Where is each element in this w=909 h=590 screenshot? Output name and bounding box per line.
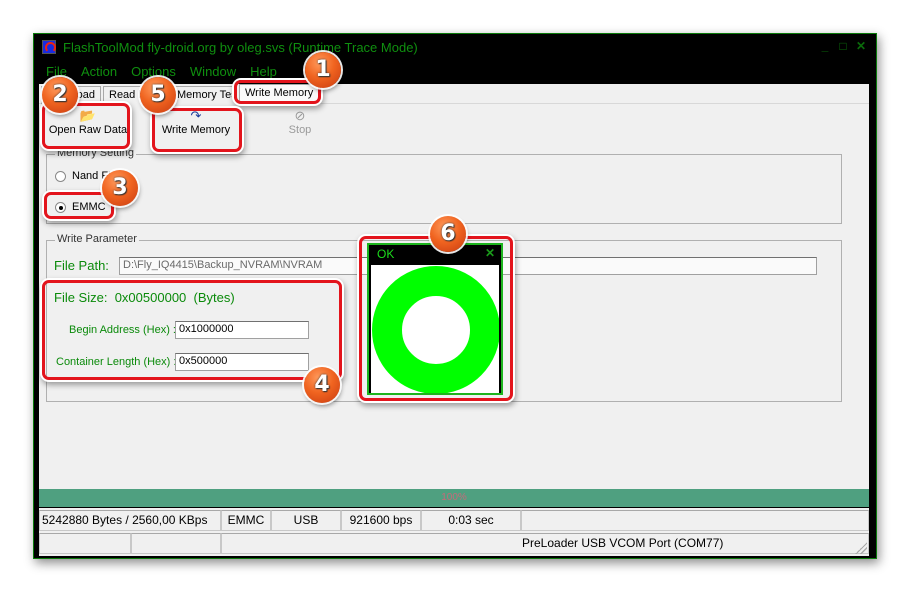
result-popup: OK ✕ [367,243,503,395]
tab-memory-test[interactable]: Memory Test [171,86,237,104]
stop-button[interactable]: ⊘ Stop [282,108,318,136]
callout-4: 4 [304,367,340,403]
container-length-label: Container Length (Hex) : [56,356,177,368]
memory-setting-group: Memory Setting Nand Fl EMMC [46,147,842,224]
popup-title-bar: OK ✕ [369,245,501,263]
file-size-row: File Size: 0x00500000 (Bytes) [54,290,235,305]
file-path-label: File Path: [54,258,109,273]
emmc-radio[interactable]: EMMC [55,201,106,213]
maximize-button[interactable]: □ [838,39,848,53]
menu-action[interactable]: Action [81,64,117,82]
file-size-value: 0x00500000 [114,290,187,305]
progress-bar: 100% [39,489,869,507]
popup-body [371,265,499,393]
menu-help[interactable]: Help [250,64,277,82]
write-parameter-title: Write Parameter [55,233,139,245]
open-raw-data-label: Open Raw Data [48,124,128,136]
status-storage: EMMC [221,510,271,531]
redo-arrow-icon: ↷ [190,108,202,123]
callout-3: 3 [102,170,138,206]
stop-icon: ⊘ [294,108,306,123]
callout-2: 2 [42,77,78,113]
file-size-unit: (Bytes) [193,290,235,305]
radio-dot-checked [55,201,66,213]
window-title: FlashToolMod fly-droid.org by oleg.svs (… [63,40,418,55]
write-memory-label: Write Memory [161,124,231,136]
title-bar[interactable]: FlashToolMod fly-droid.org by oleg.svs (… [34,34,876,60]
app-icon [42,40,56,54]
stop-label: Stop [288,124,312,136]
status-baudrate: 921600 bps [341,510,421,531]
status-transfer: 5242880 Bytes / 2560,00 KBps [39,510,221,531]
popup-title: OK [377,247,395,261]
status-interface: USB [271,510,341,531]
callout-1: 1 [305,52,341,88]
tab-label: oad [76,89,95,101]
resize-grip[interactable] [855,542,867,554]
memory-setting-title: Memory Setting [55,147,137,159]
callout-6: 6 [430,216,466,252]
minimize-button[interactable]: _ [820,39,830,53]
tab-write-memory[interactable]: Write Memory [239,84,319,105]
begin-address-input[interactable]: 0x1000000 [175,321,309,339]
success-ring-icon [372,266,499,393]
status-blank [521,510,869,531]
tab-label: Memory Test [177,89,237,101]
nand-flash-radio[interactable]: Nand Fl [55,170,111,182]
close-button[interactable]: ✕ [856,39,866,53]
status-row2-cell1 [39,533,131,554]
begin-address-label: Begin Address (Hex) : [69,324,176,336]
tab-label: Write Memory [245,87,314,99]
write-memory-button[interactable]: ↷ Write Memory [160,108,232,136]
status-elapsed: 0:03 sec [421,510,521,531]
container-length-input[interactable]: 0x500000 [175,353,309,371]
file-size-label: File Size: [54,290,108,305]
status-bar: 5242880 Bytes / 2560,00 KBps EMMC USB 92… [39,508,869,556]
status-port: PreLoader USB VCOM Port (COM77) [221,533,869,554]
status-row2-cell2 [131,533,221,554]
emmc-label: EMMC [72,201,106,213]
progress-label: 100% [441,492,467,503]
menu-window[interactable]: Window [190,64,236,82]
callout-5: 5 [140,77,176,113]
radio-dot [55,170,66,182]
popup-close-button[interactable]: ✕ [485,246,495,260]
